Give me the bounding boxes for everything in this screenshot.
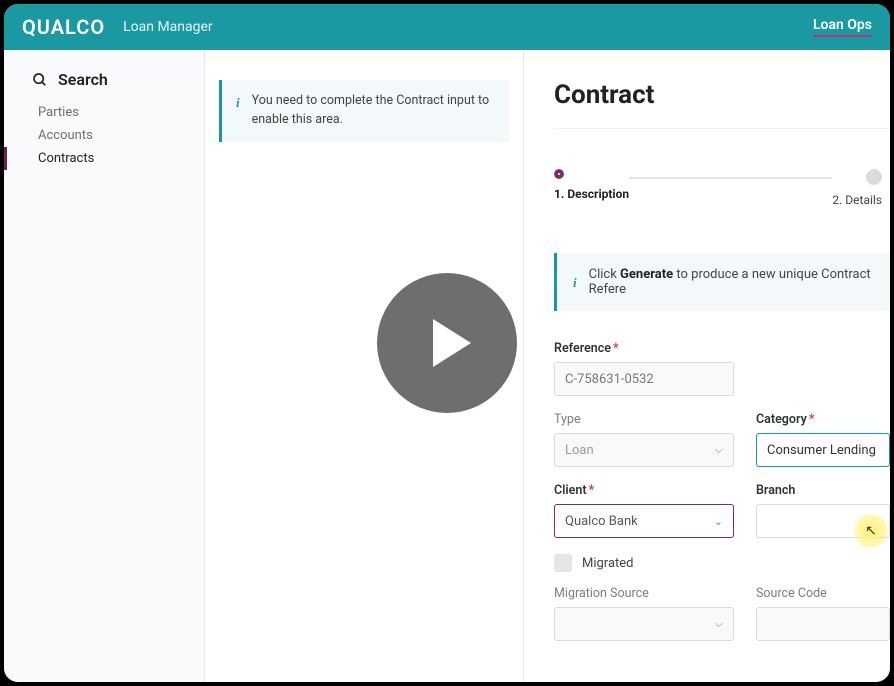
migration-source-field: Migration Source ⌵ [554, 586, 734, 641]
stepper: 1. Description 2. Details [554, 169, 890, 207]
step-label: 1. Description [554, 187, 629, 201]
migration-source-select[interactable]: ⌵ [554, 607, 734, 641]
category-label: Category* [756, 412, 890, 427]
migrated-checkbox-row[interactable]: Migrated [554, 554, 890, 572]
step-dot-icon [866, 169, 882, 185]
contract-form: Reference* C-758631-0532 Type Loan ⌵ [554, 341, 890, 682]
play-icon [433, 319, 471, 367]
sidebar-item-parties[interactable]: Parties [4, 101, 204, 124]
sidebar-search[interactable]: Search [4, 70, 204, 101]
category-select[interactable]: Consumer Lending [756, 433, 890, 467]
brand-logo: QUALCO [22, 15, 105, 39]
step-details[interactable]: 2. Details [832, 169, 882, 207]
type-label: Type [554, 412, 734, 427]
loan-ops-tab[interactable]: Loan Ops [813, 17, 872, 37]
client-field: Client* Qualco Bank ⌄ [554, 483, 734, 538]
generate-hint-text: Click Generate to produce a new unique C… [589, 267, 874, 297]
generate-hint-banner: i Click Generate to produce a new unique… [554, 253, 890, 311]
cursor-icon: ↖ [865, 523, 877, 539]
type-select[interactable]: Loan ⌵ [554, 433, 734, 467]
source-code-field: Source Code [756, 586, 890, 641]
branch-label: Branch [756, 483, 890, 498]
chevron-down-icon: ⌵ [715, 617, 723, 631]
type-field: Type Loan ⌵ [554, 412, 734, 467]
source-code-input[interactable] [756, 607, 890, 641]
chevron-down-icon: ⌵ [715, 443, 723, 457]
info-icon: i [573, 275, 577, 291]
cursor-highlight: ↖ [854, 514, 888, 548]
sidebar-search-label: Search [58, 70, 108, 89]
step-description[interactable]: 1. Description [554, 169, 629, 201]
source-code-label: Source Code [756, 586, 890, 601]
reference-field: Reference* C-758631-0532 [554, 341, 734, 396]
migrated-label: Migrated [582, 556, 634, 571]
app-title: Loan Manager [123, 19, 213, 35]
page-title: Contract [554, 80, 890, 129]
step-label: 2. Details [832, 193, 882, 207]
sidebar-item-accounts[interactable]: Accounts [4, 124, 204, 147]
migration-source-label: Migration Source [554, 586, 734, 601]
client-select[interactable]: Qualco Bank ⌄ [554, 504, 734, 538]
reference-label: Reference* [554, 341, 734, 356]
info-banner-text: You need to complete the Contract input … [252, 92, 495, 130]
play-button[interactable] [377, 273, 517, 413]
checkbox-icon[interactable] [554, 554, 572, 572]
sidebar-item-contracts[interactable]: Contracts [4, 147, 204, 170]
info-banner: i You need to complete the Contract inpu… [219, 80, 509, 142]
reference-input[interactable]: C-758631-0532 [554, 362, 734, 396]
client-label: Client* [554, 483, 734, 498]
chevron-down-icon: ⌄ [714, 515, 723, 528]
step-dot-icon [554, 169, 564, 179]
category-field: Category* Consumer Lending [756, 412, 890, 467]
search-icon [32, 72, 48, 88]
contract-pane: Contract 1. Description 2. Details i Cli… [524, 50, 890, 682]
sidebar: Search Parties Accounts Contracts [4, 50, 204, 682]
info-icon: i [236, 93, 240, 130]
topbar: QUALCO Loan Manager Loan Ops [4, 4, 890, 50]
